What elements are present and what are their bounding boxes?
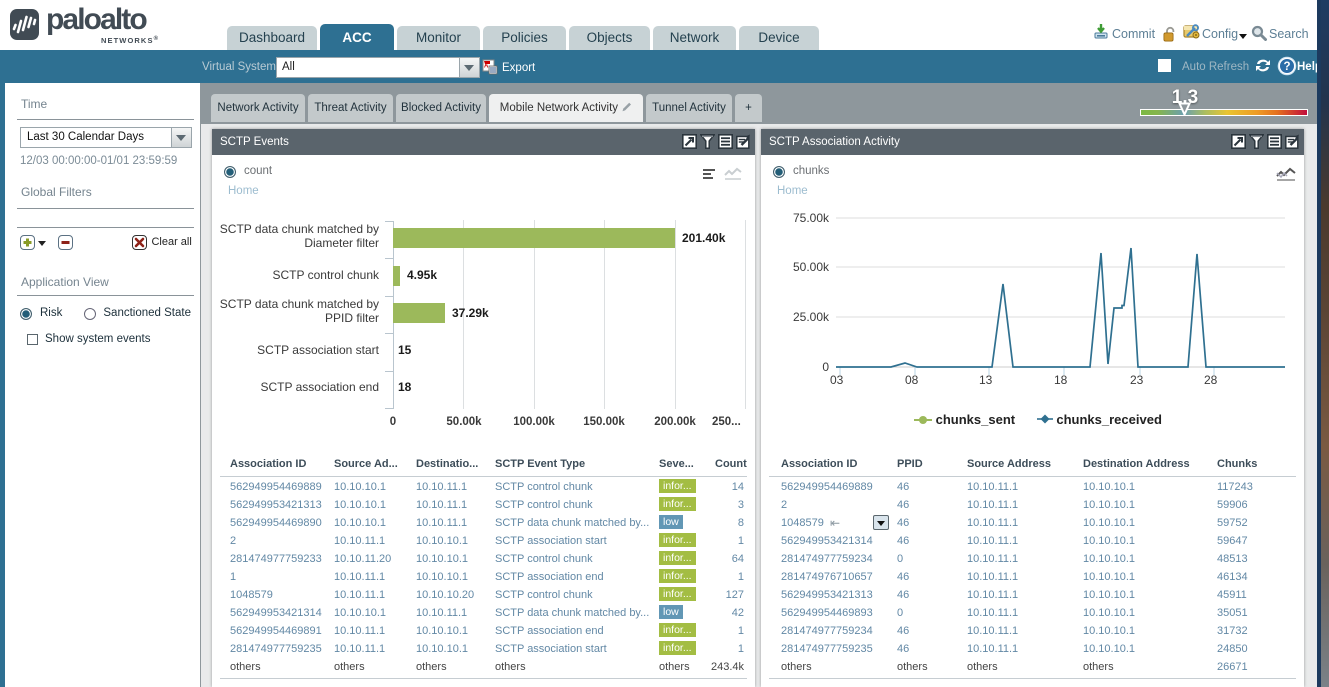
svg-text:?: ? bbox=[1283, 61, 1290, 73]
svg-text:A: A bbox=[484, 64, 489, 70]
